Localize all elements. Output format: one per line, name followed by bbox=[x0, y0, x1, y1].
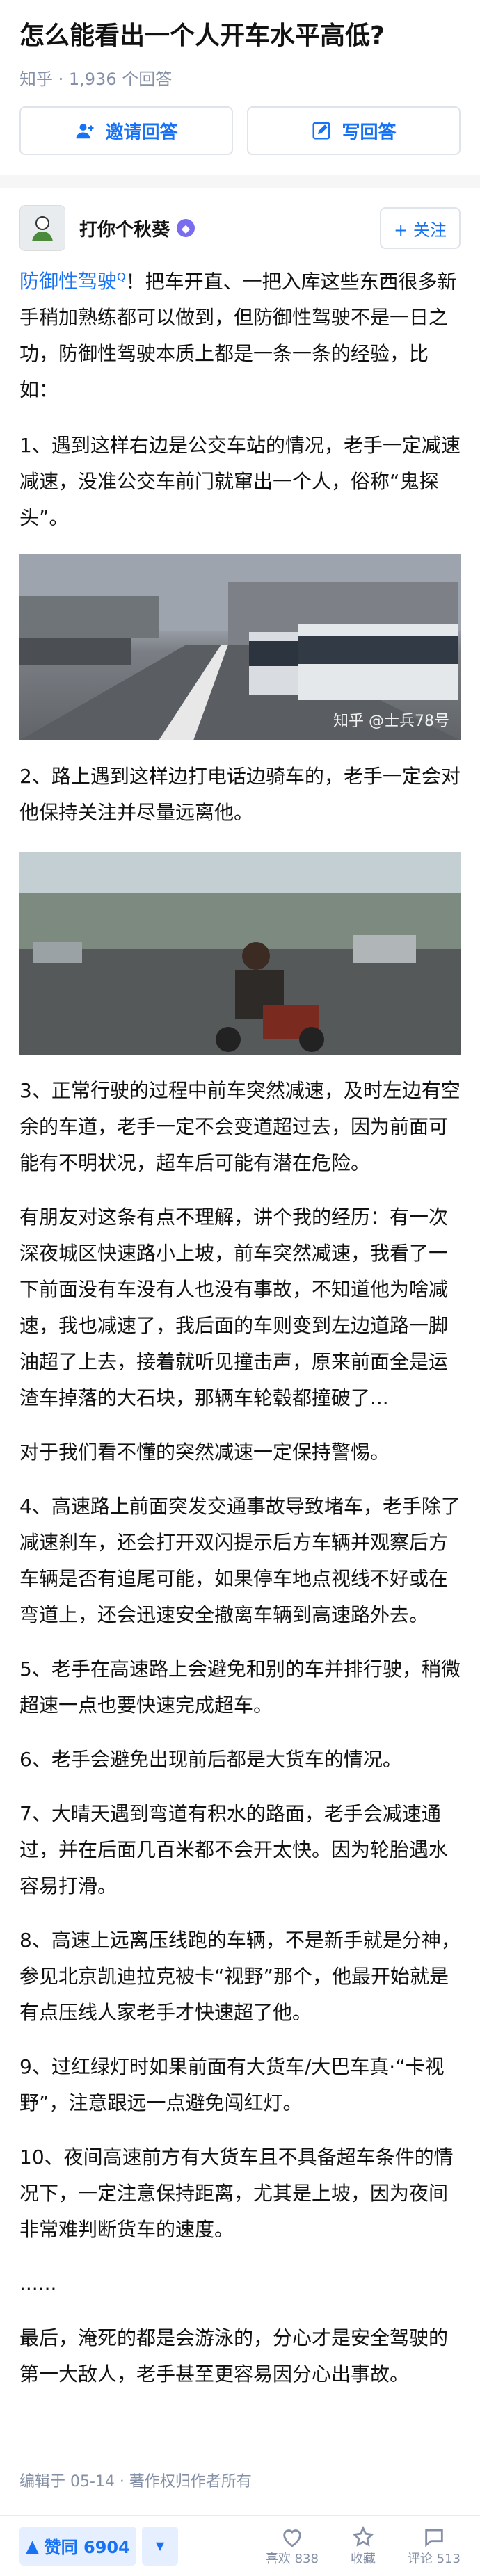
answer-paragraph: 有朋友对这条有点不理解，讲个我的经历：有一次深夜城区快速路小上坡，前车突然减速，… bbox=[19, 1206, 449, 1410]
answer-paragraph: ...... bbox=[19, 2272, 57, 2296]
heart-icon bbox=[283, 2529, 301, 2547]
comment-icon bbox=[425, 2529, 443, 2547]
rider-illustration bbox=[19, 852, 461, 1055]
avatar[interactable] bbox=[19, 205, 65, 251]
like-label: 喜欢 838 bbox=[265, 2551, 319, 2566]
answer-paragraph: 最后，淹死的都是会游泳的，分心才是安全驾驶的第一大敌人，老手甚至更容易因分心出事… bbox=[19, 2326, 449, 2386]
question-actions: 邀请回答 写回答 bbox=[19, 106, 461, 155]
answer-paragraph: 6、老手会避免出现前后都是大货车的情况。 bbox=[19, 1748, 402, 1772]
answer-paragraph: 8、高速上远离压线跑的车辆，不是新手就是分神，参见北京凯迪拉克被卡“视野”那个，… bbox=[19, 1929, 461, 2025]
answer-body: 防御性驾驶Q！把车开直、一把入库这些东西很多新手稍加熟练都可以做到，但防御性驾驶… bbox=[0, 259, 480, 536]
write-answer-button[interactable]: 写回答 bbox=[247, 106, 461, 155]
upvote-label: 赞同 6904 bbox=[44, 2538, 130, 2557]
write-label: 写回答 bbox=[342, 122, 397, 143]
upvote-button[interactable]: ▲ 赞同 6904 bbox=[19, 2526, 136, 2566]
answer-paragraph: 10、夜间高速前方有大货车且不具备超车条件的情况下，一定注意保持距离，尤其是上坡… bbox=[19, 2146, 454, 2242]
follow-button[interactable]: + 关注 bbox=[380, 207, 461, 249]
keyword-link[interactable]: 防御性驾驶Q bbox=[19, 270, 126, 293]
avatar-figure-icon bbox=[32, 216, 53, 241]
triangle-down-icon: ▼ bbox=[155, 2539, 165, 2552]
collect-button[interactable]: 收藏 bbox=[351, 2525, 376, 2567]
edit-info: 编辑于 05-14 · 著作权归作者所有 bbox=[19, 2473, 252, 2490]
question-title[interactable]: 怎么能看出一个人开车水平高低? bbox=[19, 18, 461, 54]
like-button[interactable]: 喜欢 838 bbox=[266, 2525, 319, 2567]
comment-label: 评论 513 bbox=[407, 2551, 461, 2566]
verified-badge-icon: ◆ bbox=[177, 219, 195, 237]
pencil-icon bbox=[312, 122, 330, 140]
answer-body: 2、路上遇到这样边打电话边骑车的，老手一定会对他保持关注并尽量远离他。 bbox=[0, 759, 480, 831]
question-meta: 知乎 · 1,936 个回答 bbox=[19, 70, 173, 89]
action-bar: ▲ 赞同 6904 ▼ 喜欢 838 收藏 评论 513 bbox=[0, 2515, 480, 2576]
answer-paragraph: 9、过红绿灯时如果前面有大货车/大巴车真·“卡视野”，注意跟远一点避免闯红灯。 bbox=[19, 2055, 445, 2115]
downvote-button[interactable]: ▼ bbox=[142, 2526, 178, 2566]
invite-label: 邀请回答 bbox=[105, 122, 178, 143]
image-watermark: 知乎 @士兵78号 bbox=[333, 713, 449, 731]
answer-paragraph: 防御性驾驶Q！把车开直、一把入库这些东西很多新手稍加熟练都可以做到，但防御性驾驶… bbox=[19, 270, 457, 402]
star-icon bbox=[352, 2525, 374, 2547]
search-icon: Q bbox=[117, 270, 126, 284]
question-header: 怎么能看出一个人开车水平高低? 知乎 · 1,936 个回答 邀请回答 写回答 bbox=[0, 0, 480, 155]
triangle-up-icon: ▲ bbox=[26, 2536, 39, 2556]
author-name[interactable]: 打你个秋葵 bbox=[79, 216, 170, 241]
answer-image-bus-stop[interactable]: 知乎 @士兵78号 bbox=[19, 554, 461, 741]
author-row: 打你个秋葵 ◆ + 关注 bbox=[0, 188, 480, 251]
invite-icon bbox=[76, 124, 94, 139]
answer-paragraph: 2、路上遇到这样边打电话边骑车的，老手一定会对他保持关注并尽量远离他。 bbox=[19, 765, 461, 825]
answer-paragraph: 1、遇到这样右边是公交车站的情况，老手一定减速减速，没准公交车前门就窜出一个人，… bbox=[19, 434, 461, 530]
comment-button[interactable]: 评论 513 bbox=[408, 2525, 461, 2567]
section-divider bbox=[0, 175, 480, 188]
action-group: 喜欢 838 收藏 评论 513 bbox=[266, 2525, 461, 2567]
answer-paragraph: 对于我们看不懂的突然减速一定保持警惕。 bbox=[19, 1441, 390, 1464]
answer-paragraph: 4、高速路上前面突发交通事故导致堵车，老手除了减速刹车，还会打开双闪提示后方车辆… bbox=[19, 1495, 461, 1627]
answer-paragraph: 3、正常行驶的过程中前车突然减速，及时左边有空余的车道，老手一定不会变道超过去，… bbox=[19, 1079, 461, 1175]
answer-paragraph: 7、大晴天遇到弯道有积水的路面，老手会减速通过，并在后面几百米都不会开太快。因为… bbox=[19, 1802, 449, 1898]
answer-body: 3、正常行驶的过程中前车突然减速，及时左边有空余的车道，老手一定不会变道超过去，… bbox=[0, 1073, 480, 2392]
answer-paragraph: 5、老手在高速路上会避免和别的车并排行驶，稍微超速一点也要快速完成超车。 bbox=[19, 1658, 461, 1717]
answer-image-phone-rider[interactable] bbox=[19, 852, 461, 1055]
collect-label: 收藏 bbox=[350, 2551, 376, 2566]
invite-answer-button[interactable]: 邀请回答 bbox=[19, 106, 233, 155]
